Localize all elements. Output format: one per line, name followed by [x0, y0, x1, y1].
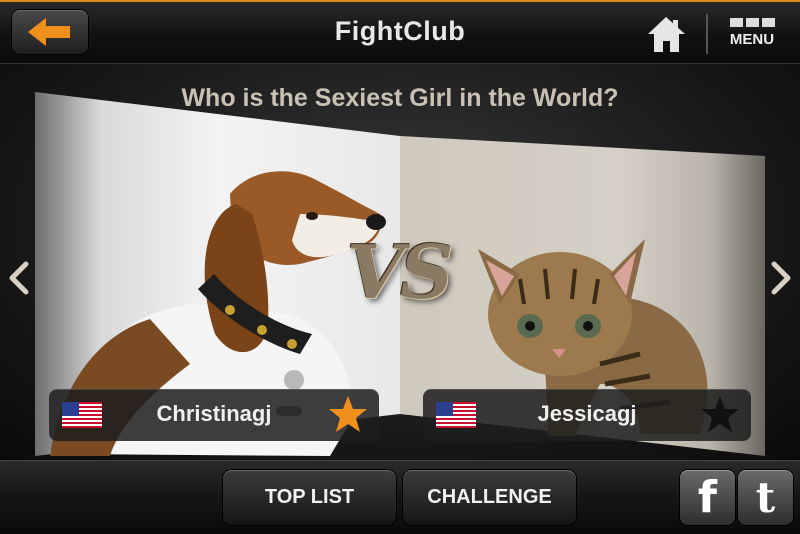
- left-contestant-plate: Christinagj: [49, 389, 379, 441]
- vs-label: VS: [346, 230, 454, 316]
- bottom-toolbar: TOP LIST CHALLENGE f t: [0, 460, 800, 534]
- home-icon: [648, 17, 685, 52]
- challenge-button[interactable]: CHALLENGE: [403, 470, 576, 525]
- menu-button[interactable]: MENU: [724, 14, 780, 58]
- menu-grid-icon: [724, 18, 780, 27]
- top-list-button[interactable]: TOP LIST: [223, 470, 396, 525]
- home-button[interactable]: [645, 14, 687, 54]
- star-icon[interactable]: [699, 394, 741, 436]
- twitter-button[interactable]: t: [738, 470, 793, 525]
- header-divider: [706, 14, 708, 54]
- us-flag-icon: [436, 402, 476, 428]
- battle-question: Who is the Sexiest Girl in the World?: [181, 84, 619, 112]
- chevron-left-icon[interactable]: [4, 260, 34, 296]
- chevron-right-icon[interactable]: [766, 260, 796, 296]
- us-flag-icon: [62, 402, 102, 428]
- right-contestant-plate: Jessicagj: [423, 389, 751, 441]
- facebook-icon: f: [697, 472, 718, 523]
- right-contestant-name: Jessicagj: [537, 401, 637, 426]
- left-contestant-name: Christinagj: [156, 401, 272, 426]
- facebook-button[interactable]: f: [680, 470, 735, 525]
- twitter-icon: t: [755, 473, 776, 522]
- menu-label: MENU: [729, 31, 775, 48]
- star-icon[interactable]: [327, 394, 369, 436]
- app-header: FightClub MENU: [0, 0, 800, 64]
- battle-stage: Who is the Sexiest Girl in the World? VS…: [0, 64, 800, 460]
